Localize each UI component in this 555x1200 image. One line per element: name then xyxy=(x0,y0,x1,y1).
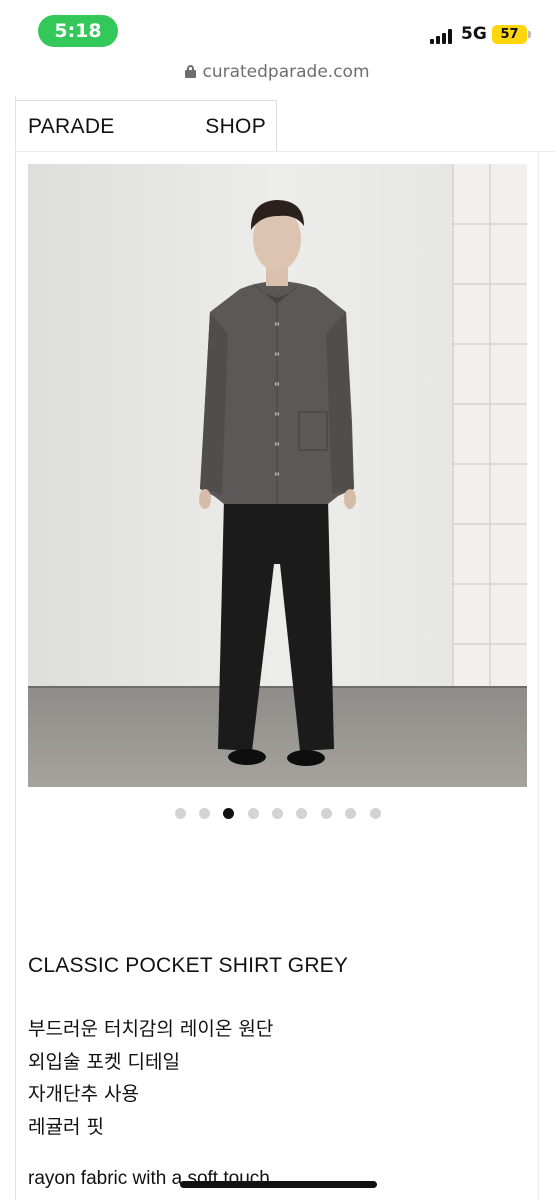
lock-icon xyxy=(185,65,197,78)
description-line: 레귤러 핏 xyxy=(28,1115,104,1138)
product-photo xyxy=(28,164,527,787)
nav-brand-link[interactable]: PARADE xyxy=(28,115,115,139)
product-description-kr: 부드러운 터치감의 레이온 원단 외입술 포켓 디테일 자개단추 사용 레귤러 … xyxy=(28,1013,273,1143)
status-time: 5:18 xyxy=(38,15,118,47)
product-image[interactable] xyxy=(28,164,527,787)
nav-divider xyxy=(15,151,555,152)
carousel-dots xyxy=(0,806,555,820)
carousel-dot[interactable] xyxy=(247,808,259,819)
cellular-signal-icon xyxy=(430,28,454,44)
battery-tip xyxy=(528,31,531,38)
carousel-dot[interactable] xyxy=(223,808,235,819)
description-line: 부드러운 터치감의 레이온 원단 xyxy=(28,1018,274,1040)
battery-icon: 57 xyxy=(492,25,527,44)
description-line: 자개단추 사용 xyxy=(28,1083,139,1105)
nav-shop-link[interactable]: SHOP xyxy=(205,115,266,139)
network-type: 5G xyxy=(461,24,487,44)
home-indicator[interactable] xyxy=(180,1181,377,1188)
address-bar[interactable]: curatedparade.com xyxy=(0,62,555,94)
carousel-dot[interactable] xyxy=(272,808,283,819)
carousel-dot[interactable] xyxy=(320,808,332,819)
status-bar: 5:18 5G 57 xyxy=(0,0,555,60)
carousel-dot[interactable] xyxy=(345,808,357,819)
page-left-edge xyxy=(15,96,16,1200)
carousel-dot[interactable] xyxy=(296,808,308,819)
content-right-edge xyxy=(538,152,539,1200)
product-title: CLASSIC POCKET SHIRT GREY xyxy=(28,954,349,977)
carousel-dot[interactable] xyxy=(369,808,381,819)
carousel-dot[interactable] xyxy=(198,808,210,819)
description-line: 외입술 포켓 디테일 xyxy=(28,1050,180,1073)
carousel-dot[interactable] xyxy=(174,808,186,819)
url-text[interactable]: curatedparade.com xyxy=(202,62,369,82)
site-nav: PARADE SHOP xyxy=(15,100,277,152)
